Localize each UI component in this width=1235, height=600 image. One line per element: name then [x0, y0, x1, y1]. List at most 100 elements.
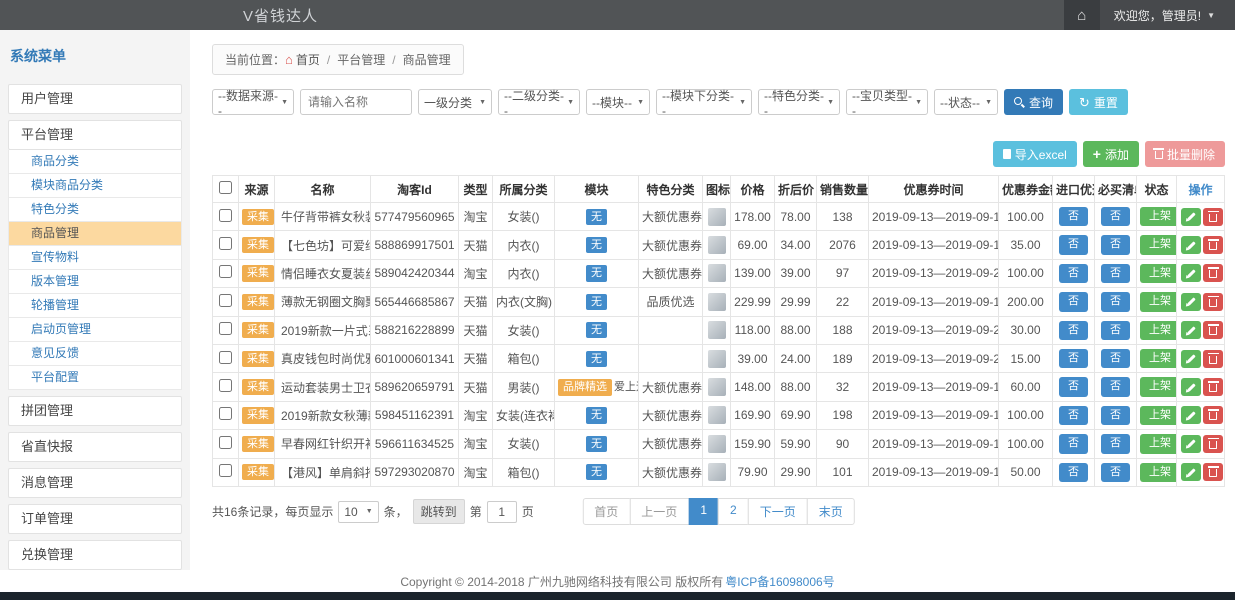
status-button[interactable]: 上架 — [1140, 406, 1177, 425]
edit-button[interactable] — [1181, 264, 1201, 282]
row-checkbox[interactable] — [219, 379, 232, 392]
import-select-toggle[interactable]: 否 — [1059, 264, 1088, 283]
must-buy-toggle[interactable]: 否 — [1101, 264, 1130, 283]
sidebar-group[interactable]: 用户管理 — [8, 84, 182, 114]
delete-button[interactable] — [1203, 236, 1223, 254]
delete-button[interactable] — [1203, 406, 1223, 424]
sidebar-item[interactable]: 意见反馈 — [8, 342, 182, 366]
user-menu[interactable]: 欢迎您，管理员! ▼ — [1100, 0, 1235, 30]
row-checkbox[interactable] — [219, 351, 232, 364]
jump-button[interactable]: 跳转到 — [413, 499, 465, 524]
edit-button[interactable] — [1181, 350, 1201, 368]
page-button[interactable]: 下一页 — [748, 498, 808, 525]
import-select-toggle[interactable]: 否 — [1059, 349, 1088, 368]
status-button[interactable]: 上架 — [1140, 321, 1177, 340]
reset-button[interactable]: ↻重置 — [1069, 89, 1128, 115]
import-select-toggle[interactable]: 否 — [1059, 292, 1088, 311]
status-button[interactable]: 上架 — [1140, 264, 1177, 283]
jump-page-input[interactable] — [487, 501, 517, 523]
must-buy-toggle[interactable]: 否 — [1101, 321, 1130, 340]
must-buy-toggle[interactable]: 否 — [1101, 406, 1130, 425]
delete-button[interactable] — [1203, 378, 1223, 396]
select-all-checkbox[interactable] — [219, 181, 232, 194]
import-select-toggle[interactable]: 否 — [1059, 463, 1088, 482]
delete-button[interactable] — [1203, 435, 1223, 453]
feature-category-select[interactable]: --特色分类--▼ — [758, 89, 840, 115]
status-button[interactable]: 上架 — [1140, 377, 1177, 396]
page-button[interactable]: 上一页 — [629, 498, 689, 525]
status-button[interactable]: 上架 — [1140, 349, 1177, 368]
must-buy-toggle[interactable]: 否 — [1101, 207, 1130, 226]
edit-button[interactable] — [1181, 236, 1201, 254]
page-size-select[interactable]: 10▼ — [338, 501, 378, 523]
edit-button[interactable] — [1181, 208, 1201, 226]
delete-button[interactable] — [1203, 264, 1223, 282]
row-checkbox[interactable] — [219, 209, 232, 222]
must-buy-toggle[interactable]: 否 — [1101, 463, 1130, 482]
sidebar-item[interactable]: 模块商品分类 — [8, 174, 182, 198]
breadcrumb-home-link[interactable]: ⌂首页 — [285, 53, 320, 67]
sidebar-item[interactable]: 商品管理 — [8, 222, 182, 246]
data-source-select[interactable]: --数据来源--▼ — [212, 89, 294, 115]
name-search-input[interactable] — [300, 89, 412, 115]
edit-button[interactable] — [1181, 406, 1201, 424]
page-button[interactable]: 末页 — [807, 498, 855, 525]
batch-delete-button[interactable]: 批量删除 — [1145, 141, 1225, 167]
sidebar-item[interactable]: 启动页管理 — [8, 318, 182, 342]
status-button[interactable]: 上架 — [1140, 463, 1177, 482]
delete-button[interactable] — [1203, 208, 1223, 226]
row-checkbox[interactable] — [219, 464, 232, 477]
status-button[interactable]: 上架 — [1140, 207, 1177, 226]
status-select[interactable]: --状态--▼ — [934, 89, 998, 115]
status-button[interactable]: 上架 — [1140, 235, 1177, 254]
import-select-toggle[interactable]: 否 — [1059, 235, 1088, 254]
must-buy-toggle[interactable]: 否 — [1101, 377, 1130, 396]
level2-category-select[interactable]: --二级分类--▼ — [498, 89, 580, 115]
breadcrumb-item[interactable]: 平台管理 — [337, 53, 385, 67]
must-buy-toggle[interactable]: 否 — [1101, 434, 1130, 453]
must-buy-toggle[interactable]: 否 — [1101, 349, 1130, 368]
icp-link[interactable]: 粤ICP备16098006号 — [725, 573, 834, 590]
sidebar-group[interactable]: 省直快报 — [8, 432, 182, 462]
sidebar-group[interactable]: 订单管理 — [8, 504, 182, 534]
sidebar-group[interactable]: 平台管理 — [8, 120, 182, 150]
level1-category-select[interactable]: 一级分类▼ — [418, 89, 492, 115]
delete-button[interactable] — [1203, 463, 1223, 481]
page-button[interactable]: 首页 — [582, 498, 630, 525]
edit-button[interactable] — [1181, 321, 1201, 339]
module-select[interactable]: --模块--▼ — [586, 89, 650, 115]
sidebar-item[interactable]: 商品分类 — [8, 150, 182, 174]
module-subcategory-select[interactable]: --模块下分类--▼ — [656, 89, 752, 115]
breadcrumb-item[interactable]: 商品管理 — [403, 53, 451, 67]
sidebar-item[interactable]: 轮播管理 — [8, 294, 182, 318]
sidebar-item[interactable]: 宣传物料 — [8, 246, 182, 270]
sidebar-group[interactable]: 消息管理 — [8, 468, 182, 498]
delete-button[interactable] — [1203, 293, 1223, 311]
must-buy-toggle[interactable]: 否 — [1101, 292, 1130, 311]
page-button[interactable]: 1 — [688, 498, 719, 525]
status-button[interactable]: 上架 — [1140, 434, 1177, 453]
import-select-toggle[interactable]: 否 — [1059, 207, 1088, 226]
edit-button[interactable] — [1181, 435, 1201, 453]
import-excel-button[interactable]: 导入excel — [993, 141, 1077, 167]
row-checkbox[interactable] — [219, 294, 232, 307]
row-checkbox[interactable] — [219, 265, 232, 278]
import-select-toggle[interactable]: 否 — [1059, 434, 1088, 453]
import-select-toggle[interactable]: 否 — [1059, 406, 1088, 425]
delete-button[interactable] — [1203, 321, 1223, 339]
row-checkbox[interactable] — [219, 407, 232, 420]
sidebar-group[interactable]: 拼团管理 — [8, 396, 182, 426]
import-select-toggle[interactable]: 否 — [1059, 377, 1088, 396]
must-buy-toggle[interactable]: 否 — [1101, 235, 1130, 254]
status-button[interactable]: 上架 — [1140, 292, 1177, 311]
sidebar-group[interactable]: 兑换管理 — [8, 540, 182, 570]
import-select-toggle[interactable]: 否 — [1059, 321, 1088, 340]
row-checkbox[interactable] — [219, 237, 232, 250]
row-checkbox[interactable] — [219, 322, 232, 335]
sidebar-item[interactable]: 版本管理 — [8, 270, 182, 294]
page-button[interactable]: 2 — [718, 498, 749, 525]
edit-button[interactable] — [1181, 463, 1201, 481]
add-button[interactable]: +添加 — [1083, 141, 1139, 167]
row-checkbox[interactable] — [219, 436, 232, 449]
edit-button[interactable] — [1181, 293, 1201, 311]
